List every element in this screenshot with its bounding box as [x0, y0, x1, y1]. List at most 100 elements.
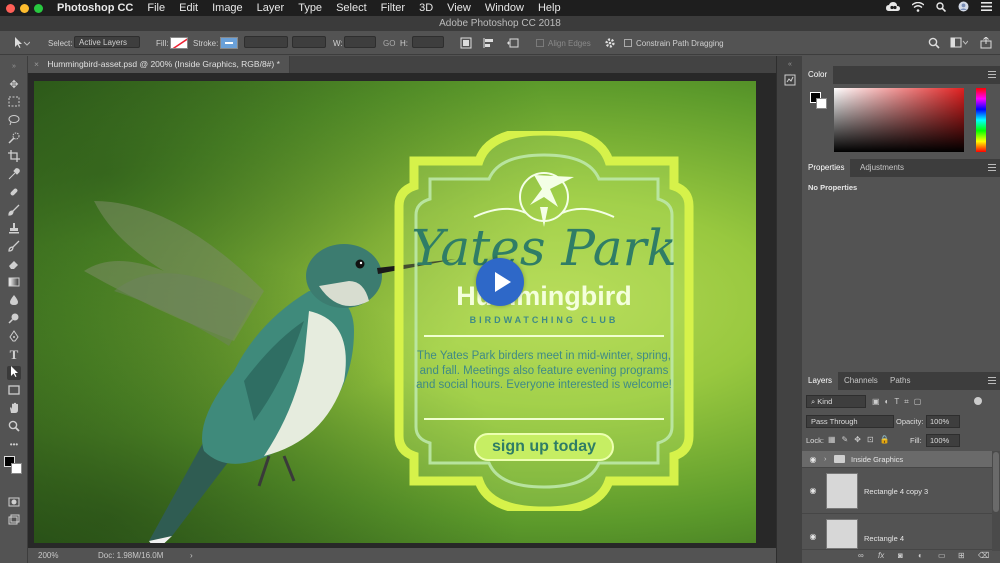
stroke-type-dropdown[interactable] [292, 36, 326, 48]
share-icon[interactable] [980, 36, 992, 50]
hand-tool-icon[interactable] [7, 402, 21, 416]
constrain-path-checkbox[interactable]: Constrain Path Dragging [624, 36, 724, 50]
adjustment-layer-icon[interactable]: ◐ [918, 551, 923, 560]
new-layer-icon[interactable]: ⊞ [958, 551, 965, 560]
creative-cloud-icon[interactable] [886, 1, 900, 15]
search-icon[interactable] [928, 36, 940, 50]
align-edges-checkbox[interactable]: Align Edges [536, 36, 591, 50]
new-group-icon[interactable]: ▭ [938, 551, 946, 560]
layer-row-group[interactable]: ◉ › Inside Graphics [802, 451, 992, 468]
link-dimensions-button[interactable]: GO [383, 36, 395, 50]
menu-layer[interactable]: Layer [257, 2, 285, 14]
height-field[interactable] [412, 36, 444, 48]
video-play-button[interactable] [476, 258, 524, 306]
layer-name[interactable]: Inside Graphics [851, 455, 903, 464]
layer-style-icon[interactable]: fx [878, 551, 884, 560]
path-arrangement-icon[interactable] [506, 36, 520, 50]
path-operations-icon[interactable] [460, 36, 472, 50]
layer-name[interactable]: Rectangle 4 copy 3 [864, 487, 928, 496]
stroke-width-field[interactable] [244, 36, 288, 48]
gradient-tool-icon[interactable] [7, 276, 21, 290]
link-layers-icon[interactable]: ∞ [858, 551, 864, 560]
rectangle-tool-icon[interactable] [7, 384, 21, 398]
menu-list-icon[interactable] [981, 2, 992, 14]
blend-mode-dropdown[interactable]: Pass Through [806, 415, 894, 428]
status-menu-arrow[interactable]: › [190, 548, 193, 563]
lock-options[interactable]: ▦✎✥⊡🔒 [828, 434, 908, 446]
layer-filter-dropdown[interactable]: ⌕ Kind [806, 395, 866, 408]
history-brush-tool-icon[interactable] [7, 240, 21, 254]
tab-adjustments[interactable]: Adjustments [854, 159, 910, 177]
history-icon[interactable] [783, 74, 797, 88]
expand-arrow-icon[interactable]: › [824, 454, 827, 463]
menu-type[interactable]: Type [298, 2, 322, 14]
menu-file[interactable]: File [147, 2, 165, 14]
move-tool-icon[interactable]: ✥ [7, 78, 21, 92]
zoom-tool-icon[interactable] [7, 420, 21, 434]
menu-help[interactable]: Help [538, 2, 561, 14]
menu-image[interactable]: Image [212, 2, 243, 14]
poster-graphic[interactable]: Yates Park Hummingbird BIRDWATCHING CLUB… [384, 131, 704, 511]
background-swatch[interactable] [816, 98, 827, 109]
eyedropper-tool-icon[interactable] [7, 168, 21, 182]
close-window-button[interactable] [6, 3, 15, 13]
panel-menu-icon[interactable] [988, 71, 996, 78]
menu-edit[interactable]: Edit [179, 2, 198, 14]
color-swatches[interactable] [4, 456, 22, 474]
fill-swatch[interactable] [170, 36, 188, 50]
lasso-tool-icon[interactable] [7, 114, 21, 128]
more-tools-icon[interactable]: ••• [7, 438, 21, 452]
layer-filter-icons[interactable]: ▣◐T⌗▢ [872, 395, 972, 408]
tab-layers[interactable]: Layers [802, 372, 839, 390]
wifi-icon[interactable] [911, 1, 925, 15]
user-account-icon[interactable] [958, 1, 969, 15]
layer-row[interactable]: ◉ Rectangle 4 copy 3 [802, 468, 992, 514]
close-tab-icon[interactable]: × [34, 59, 39, 69]
menu-select[interactable]: Select [336, 2, 367, 14]
workspace-switcher-icon[interactable] [950, 36, 968, 50]
path-select-tool-icon[interactable] [12, 36, 30, 50]
document-canvas[interactable]: Yates Park Hummingbird BIRDWATCHING CLUB… [34, 81, 756, 543]
canvas-workspace[interactable]: Yates Park Hummingbird BIRDWATCHING CLUB… [28, 73, 776, 548]
width-field[interactable] [344, 36, 376, 48]
visibility-eye-icon[interactable]: ◉ [808, 486, 818, 496]
tab-color[interactable]: Color [802, 66, 834, 84]
screen-mode-icon[interactable] [7, 514, 21, 528]
panel-menu-icon[interactable] [988, 164, 996, 171]
collapse-panels-icon[interactable]: « [783, 58, 797, 72]
visibility-eye-icon[interactable]: ◉ [808, 455, 818, 465]
healing-brush-tool-icon[interactable] [7, 186, 21, 200]
menu-filter[interactable]: Filter [381, 2, 405, 14]
tab-channels[interactable]: Channels [838, 372, 884, 390]
sign-up-button[interactable]: sign up today [474, 433, 614, 461]
quick-mask-icon[interactable] [7, 496, 21, 510]
pen-tool-icon[interactable] [7, 330, 21, 344]
opacity-field[interactable]: 100% [926, 415, 960, 428]
add-mask-icon[interactable]: ◙ [898, 551, 903, 560]
quick-selection-tool-icon[interactable] [7, 132, 21, 146]
path-alignment-icon[interactable] [483, 36, 495, 50]
select-dropdown[interactable]: Active Layers [74, 36, 140, 48]
hue-slider[interactable] [976, 88, 986, 152]
marquee-tool-icon[interactable] [7, 96, 21, 110]
tab-paths[interactable]: Paths [884, 372, 916, 390]
menu-view[interactable]: View [447, 2, 471, 14]
menu-app-name[interactable]: Photoshop CC [57, 2, 133, 14]
brush-tool-icon[interactable] [7, 204, 21, 218]
stroke-swatch[interactable] [220, 36, 238, 50]
collapse-tools-icon[interactable]: » [7, 60, 21, 74]
fill-field[interactable]: 100% [926, 434, 960, 447]
visibility-eye-icon[interactable]: ◉ [808, 532, 818, 542]
search-icon[interactable] [936, 1, 947, 15]
menu-window[interactable]: Window [485, 2, 524, 14]
clone-stamp-tool-icon[interactable] [7, 222, 21, 236]
layers-scrollbar-thumb[interactable] [993, 452, 999, 512]
blur-tool-icon[interactable] [7, 294, 21, 308]
tab-properties[interactable]: Properties [802, 159, 851, 177]
gear-icon[interactable] [604, 36, 616, 50]
crop-tool-icon[interactable] [7, 150, 21, 164]
menu-3d[interactable]: 3D [419, 2, 433, 14]
layer-name[interactable]: Rectangle 4 [864, 534, 904, 543]
dodge-tool-icon[interactable] [7, 312, 21, 326]
layer-row[interactable]: ◉ Rectangle 4 [802, 514, 992, 550]
